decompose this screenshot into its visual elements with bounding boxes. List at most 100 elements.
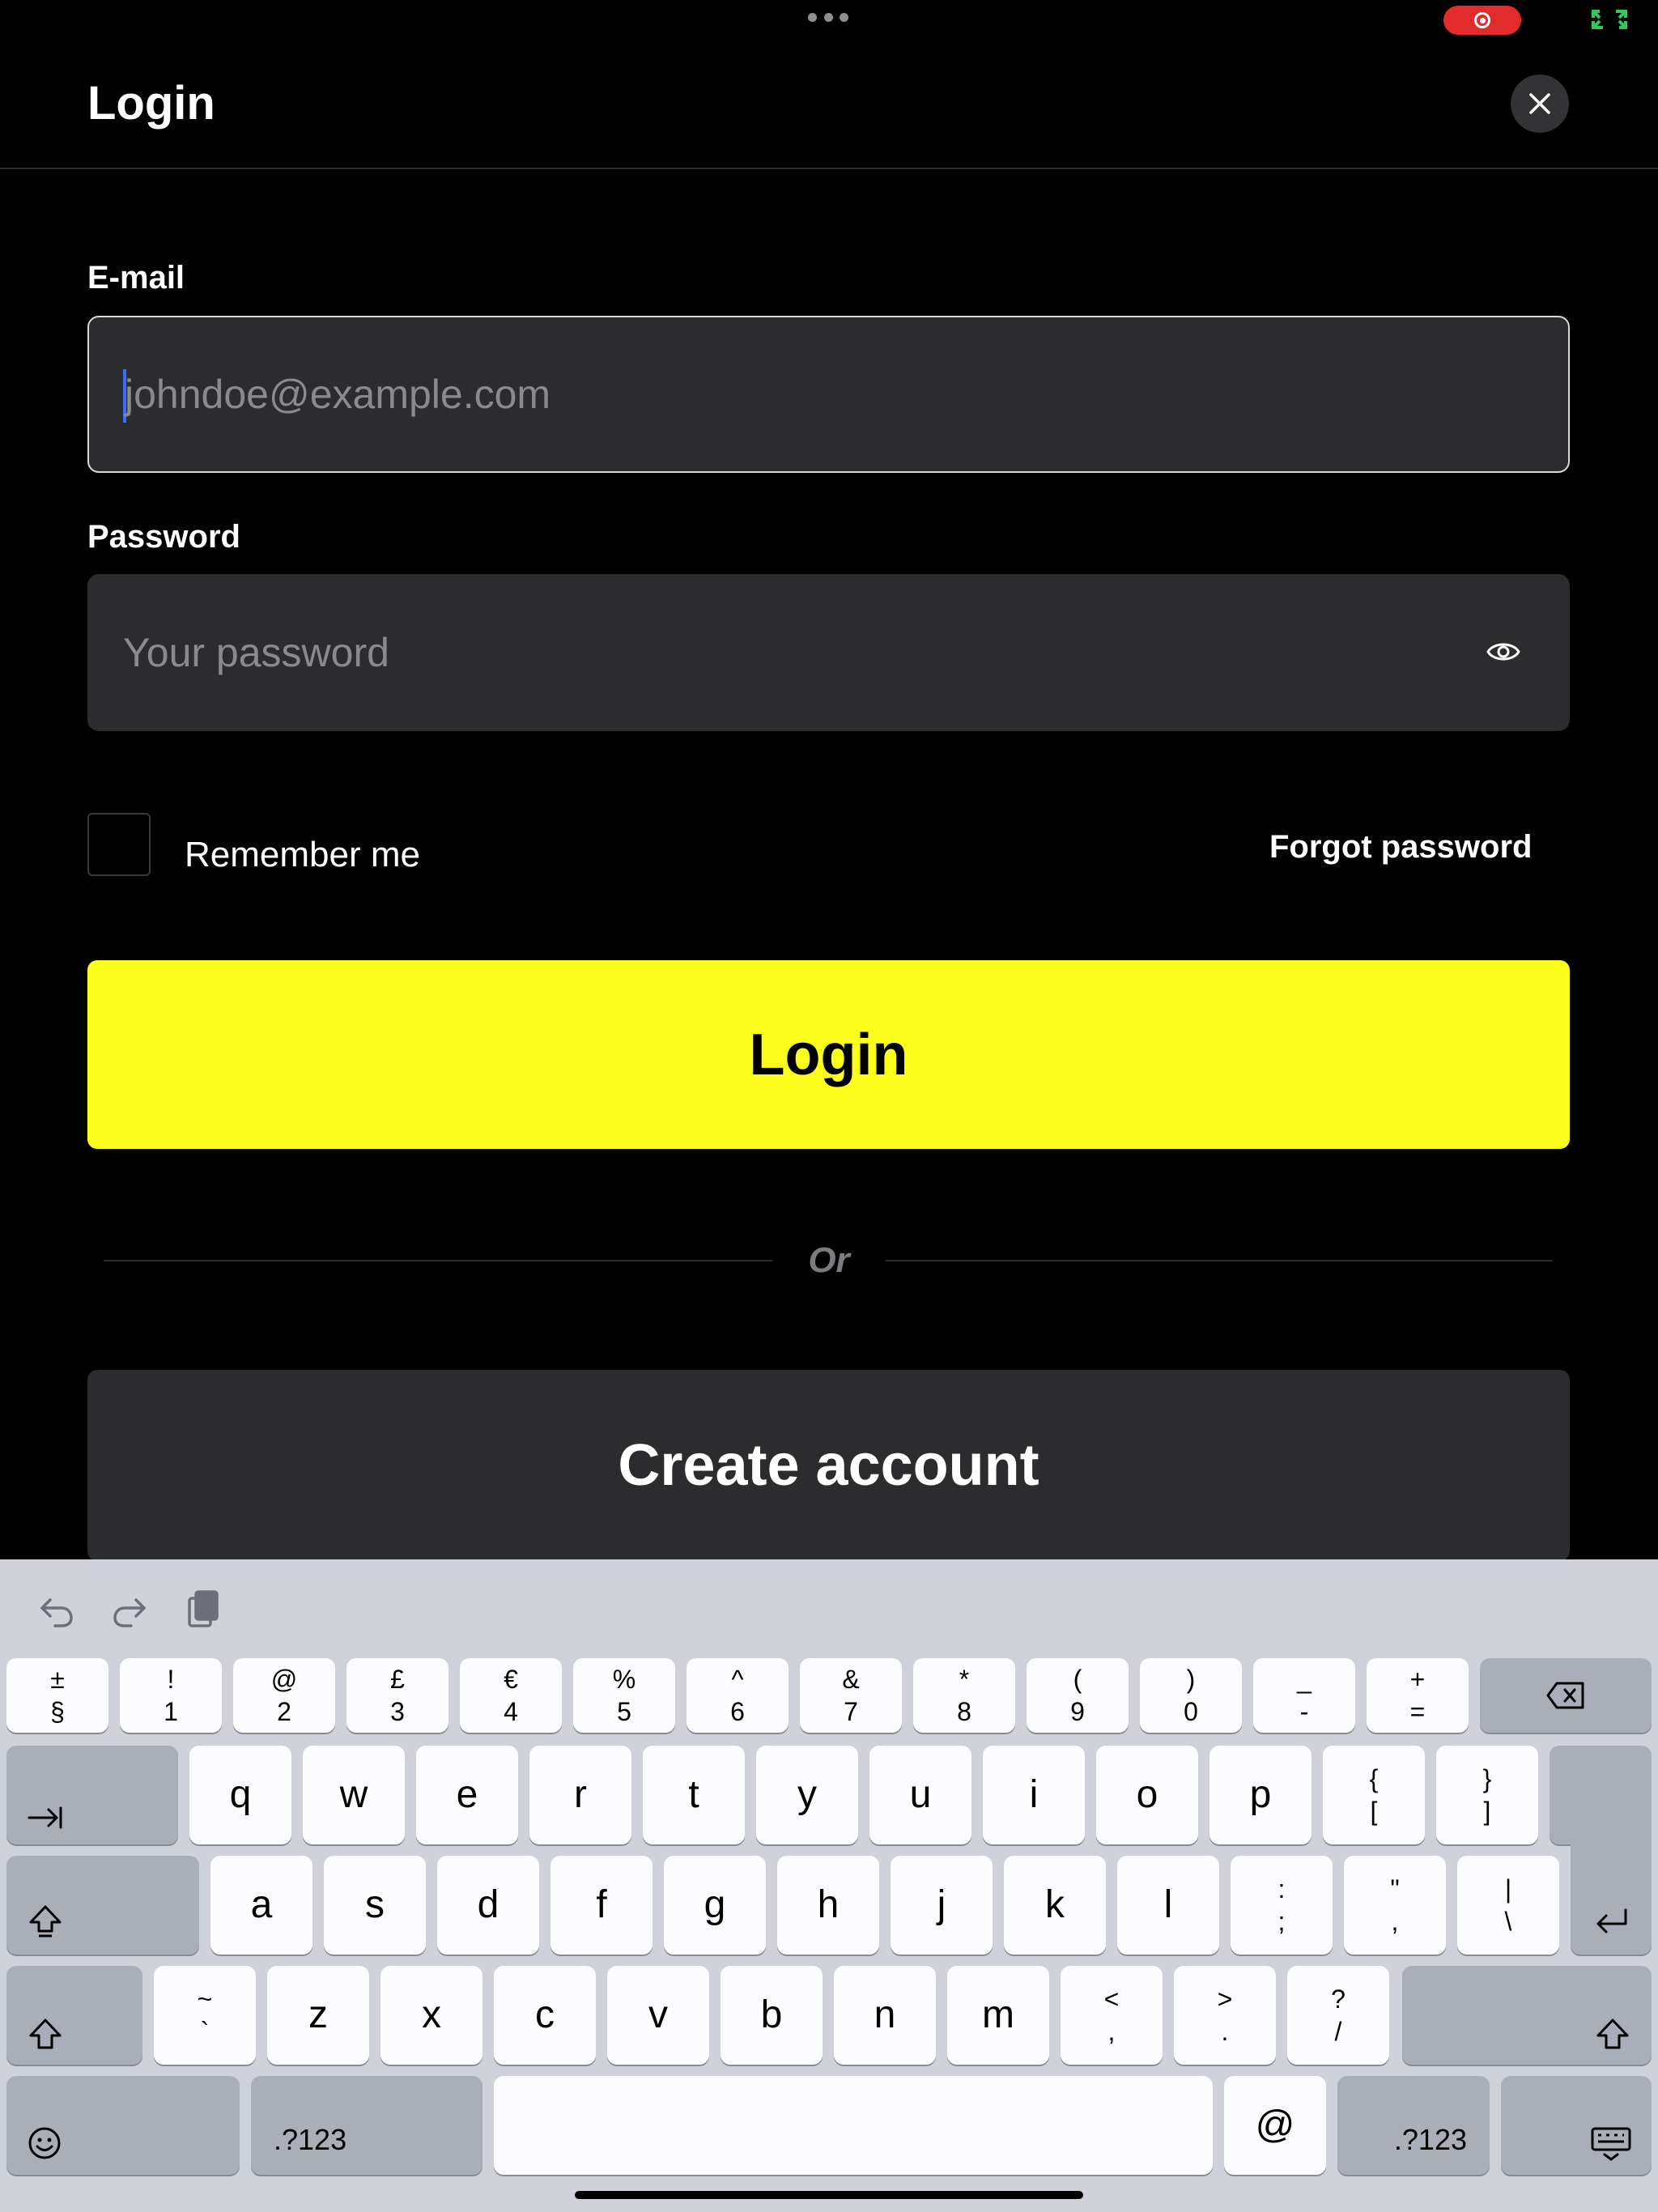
row4-key[interactable]: z <box>267 1966 369 2065</box>
row3-key[interactable]: f <box>551 1856 653 1955</box>
key-label-top: ~ <box>197 1984 213 2014</box>
password-label: Password <box>87 519 240 555</box>
caps-lock-key[interactable] <box>6 1856 199 1955</box>
remember-me-checkbox[interactable] <box>87 813 151 876</box>
return-icon <box>1596 1908 1627 1933</box>
row4-key[interactable]: n <box>834 1966 936 2065</box>
key-label-top: @ <box>270 1665 298 1694</box>
row2-key[interactable]: p <box>1209 1746 1312 1844</box>
key-label: d <box>477 1883 500 1926</box>
more-options-icon[interactable] <box>808 13 848 24</box>
row3-key[interactable]: l <box>1117 1856 1219 1955</box>
row1-key[interactable]: ) 0 <box>1140 1658 1242 1733</box>
close-button[interactable] <box>1511 74 1569 133</box>
row2-key[interactable]: y <box>756 1746 858 1844</box>
row2-key[interactable]: q <box>189 1746 291 1844</box>
row2-key[interactable]: i <box>983 1746 1085 1844</box>
key-label-top: : <box>1278 1874 1286 1904</box>
row1-key[interactable]: * 8 <box>913 1658 1015 1733</box>
row4-key[interactable]: v <box>607 1966 709 2065</box>
key-label: a <box>250 1883 273 1926</box>
row3-key[interactable]: ", <box>1344 1856 1446 1955</box>
numbers-key-label: .?123 <box>274 2123 347 2156</box>
row4-key[interactable]: c <box>494 1966 596 2065</box>
row4-key[interactable]: >. <box>1174 1966 1276 2065</box>
row1-key[interactable]: ± § <box>6 1658 108 1733</box>
at-key[interactable]: @ <box>1224 2076 1326 2175</box>
row2-key[interactable]: w <box>303 1746 405 1844</box>
key-label-top: ? <box>1331 1984 1346 2014</box>
row4-key[interactable]: b <box>721 1966 823 2065</box>
row4-key[interactable]: ~ ` <box>154 1966 256 2065</box>
key-label: v <box>648 1993 668 2036</box>
key-label-bottom: [ <box>1370 1797 1378 1826</box>
create-account-button[interactable]: Create account <box>87 1370 1570 1561</box>
shift-key-right[interactable] <box>1402 1966 1652 2065</box>
row1-key[interactable]: % 5 <box>573 1658 675 1733</box>
return-key[interactable] <box>1571 1830 1652 1955</box>
row2-key[interactable]: u <box>869 1746 971 1844</box>
page-title: Login <box>87 77 215 130</box>
row3-key[interactable]: g <box>664 1856 766 1955</box>
numbers-key-right[interactable]: .?123 <box>1337 2076 1490 2175</box>
row1-key[interactable]: ^ 6 <box>687 1658 789 1733</box>
row1-key[interactable]: & 7 <box>800 1658 902 1733</box>
redo-icon[interactable] <box>108 1589 151 1631</box>
tab-key[interactable] <box>6 1746 178 1844</box>
row1-key[interactable]: (9 <box>1027 1658 1129 1733</box>
row1-key[interactable]: ! 1 <box>120 1658 222 1733</box>
space-key[interactable] <box>494 2076 1213 2175</box>
shift-key-left[interactable] <box>6 1966 142 2065</box>
undo-icon[interactable] <box>36 1589 78 1631</box>
key-label-top: ± <box>50 1665 65 1694</box>
fullscreen-icon[interactable] <box>1592 10 1627 29</box>
key-label-top: _ <box>1297 1665 1312 1694</box>
remember-me-label[interactable]: Remember me <box>185 831 420 879</box>
row3-key[interactable]: s <box>324 1856 426 1955</box>
close-icon <box>1529 93 1550 114</box>
emoji-key[interactable] <box>6 2076 240 2175</box>
key-label-top: & <box>842 1665 860 1694</box>
row3-key[interactable]: :; <box>1231 1856 1333 1955</box>
key-label-top: } <box>1482 1764 1492 1793</box>
forgot-password-link[interactable]: Forgot password <box>1269 826 1532 868</box>
row1-key[interactable]: £3 <box>346 1658 449 1733</box>
row2-key[interactable]: e <box>416 1746 518 1844</box>
row2-key[interactable]: r <box>529 1746 631 1844</box>
row2-key[interactable]: o <box>1096 1746 1198 1844</box>
row3-key[interactable]: k <box>1004 1856 1106 1955</box>
row1-key[interactable]: €4 <box>460 1658 562 1733</box>
login-button[interactable]: Login <box>87 960 1570 1149</box>
row3-key[interactable]: | \ <box>1457 1856 1559 1955</box>
row3-key[interactable]: h <box>777 1856 879 1955</box>
row4-key[interactable]: x <box>380 1966 483 2065</box>
row3-key[interactable]: d <box>437 1856 539 1955</box>
row2-key[interactable]: }] <box>1436 1746 1538 1844</box>
email-field[interactable]: johndoe@example.com <box>87 316 1570 473</box>
row1-key[interactable]: + = <box>1367 1658 1469 1733</box>
dismiss-keyboard-key[interactable] <box>1501 2076 1652 2175</box>
key-label-bottom: 9 <box>1070 1697 1085 1726</box>
key-label-bottom: , <box>1107 2017 1116 2046</box>
row1-key[interactable]: _ - <box>1253 1658 1355 1733</box>
row3-key[interactable]: a <box>210 1856 312 1955</box>
numbers-key-left[interactable]: .?123 <box>251 2076 483 2175</box>
row2-key[interactable]: t <box>643 1746 745 1844</box>
row4-key[interactable]: m <box>947 1966 1049 2065</box>
screen-record-icon[interactable] <box>1443 6 1521 35</box>
caps-lock-icon <box>29 1905 62 1938</box>
key-label-bottom: - <box>1299 1697 1309 1726</box>
row4-key[interactable]: <, <box>1061 1966 1163 2065</box>
key-label: t <box>688 1773 699 1816</box>
row2-key[interactable]: {[ <box>1323 1746 1425 1844</box>
row1-key[interactable]: @2 <box>233 1658 335 1733</box>
row3-key[interactable]: j <box>891 1856 993 1955</box>
key-label-top: ! <box>167 1665 175 1694</box>
row4-key[interactable]: ? / <box>1287 1966 1389 2065</box>
delete-key[interactable] <box>1480 1658 1652 1733</box>
clipboard-icon[interactable] <box>181 1589 223 1631</box>
eye-icon[interactable] <box>1486 637 1521 666</box>
key-label-top: % <box>612 1665 636 1694</box>
key-label-bottom: 6 <box>730 1697 745 1726</box>
password-field[interactable]: Your password <box>87 574 1570 731</box>
